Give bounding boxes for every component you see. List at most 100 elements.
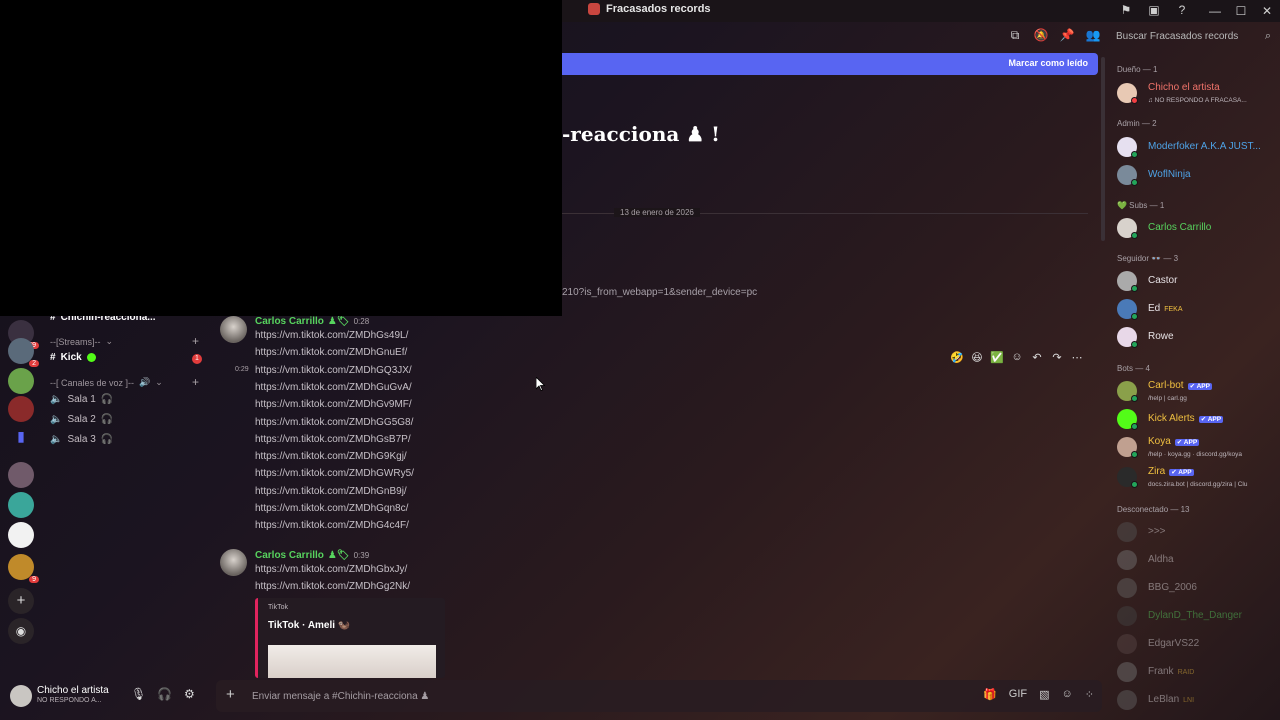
mark-read-button[interactable]: Marcar como leído: [1008, 58, 1088, 68]
folder-icon[interactable]: ▮: [8, 428, 34, 454]
embed-title[interactable]: TikTok · Ameli 🦦: [268, 620, 350, 631]
gif-icon[interactable]: GIF: [1009, 688, 1027, 701]
member-item[interactable]: Moderfoker A.K.A JUST...: [1117, 135, 1277, 159]
message-link[interactable]: https://vm.tiktok.com/ZMDhGsB7P/: [255, 434, 411, 445]
server-icon-2[interactable]: 2: [8, 338, 39, 367]
close-button[interactable]: ✕: [1254, 0, 1280, 22]
message-link[interactable]: https://vm.tiktok.com/ZMDhG9Kgj/: [255, 451, 407, 462]
member-group-label: 💚 Subs — 1: [1117, 201, 1165, 210]
discover-icon[interactable]: ◉: [8, 618, 34, 644]
server-icon-6[interactable]: [8, 492, 34, 518]
message-link[interactable]: https://vm.tiktok.com/ZMDhGQ3JX/: [255, 365, 412, 376]
member-item[interactable]: Aldha: [1117, 548, 1277, 572]
add-server-icon[interactable]: +: [8, 588, 34, 614]
member-item[interactable]: Chicho el artista ♫ NO RESPONDO A FRACASA…: [1117, 81, 1277, 105]
message-link[interactable]: https://vm.tiktok.com/ZMDhGG5G8/: [255, 417, 413, 428]
mute-icon[interactable]: 🔕: [1032, 28, 1050, 46]
member-item[interactable]: DylanD_The_Danger: [1117, 604, 1277, 628]
member-item[interactable]: EdgarVS22: [1117, 632, 1277, 656]
member-item[interactable]: >>>: [1117, 520, 1277, 544]
server-icon-4[interactable]: [8, 396, 34, 422]
message-link[interactable]: https://vm.tiktok.com/ZMDhGg2Nk/: [255, 581, 410, 592]
maximize-button[interactable]: ☐: [1228, 0, 1254, 22]
message-link[interactable]: https://vm.tiktok.com/ZMDhGqn8c/: [255, 503, 408, 514]
minimize-button[interactable]: —: [1202, 0, 1228, 22]
sticker-icon[interactable]: ▧: [1039, 688, 1049, 701]
author-name[interactable]: Carlos Carrillo: [255, 550, 324, 561]
add-reaction-icon[interactable]: ☺: [1008, 351, 1026, 363]
emoji-icon[interactable]: ☺: [1062, 688, 1073, 701]
voice-channel[interactable]: 🔈 Sala 1 🎧: [50, 394, 113, 405]
message-link[interactable]: https://vm.tiktok.com/ZMDhGv9MF/: [255, 399, 412, 410]
avatar[interactable]: [220, 316, 247, 343]
add-channel-icon[interactable]: +: [192, 334, 199, 348]
reaction-icon[interactable]: 😆: [968, 351, 986, 364]
member-item[interactable]: LeBlan LNI: [1117, 688, 1277, 712]
reply-icon[interactable]: ↶: [1028, 351, 1046, 364]
members-icon[interactable]: 👥: [1084, 28, 1102, 46]
threads-icon[interactable]: ⧉: [1006, 28, 1024, 46]
category-voice[interactable]: --[ Canales de voz ]-- 🔊 ⌄: [50, 377, 163, 388]
voice-channel[interactable]: 🔈 Sala 3 🎧: [50, 434, 113, 445]
microphone-icon[interactable]: 🎙: [131, 687, 146, 701]
message-link[interactable]: https://vm.tiktok.com/ZMDhGs49L/: [255, 330, 408, 341]
search-box[interactable]: Buscar Fracasados records ⌕: [1110, 28, 1275, 48]
apps-icon[interactable]: ⁘: [1085, 688, 1094, 701]
member-name: Carl-bot ✔ APP: [1148, 380, 1212, 391]
headphones-icon[interactable]: 🎧: [157, 687, 172, 701]
server-icon-3[interactable]: [8, 368, 34, 394]
member-item[interactable]: Ed FEKA: [1117, 297, 1277, 321]
gear-icon[interactable]: ⚙: [184, 687, 195, 701]
member-name-text: WoflNinja: [1148, 169, 1191, 180]
message-link[interactable]: https://vm.tiktok.com/ZMDhGnB9j/: [255, 486, 407, 497]
message-time: 0:28: [353, 317, 370, 326]
category-streams[interactable]: --[Streams]-- ⌄: [50, 336, 113, 347]
avatar: [1117, 522, 1137, 542]
member-name-text: EdgarVS22: [1148, 638, 1200, 649]
member-item[interactable]: Koya ✔ APP/help · koya.gg · discord.gg/ko…: [1117, 435, 1277, 459]
gift-icon[interactable]: 🎁: [983, 688, 997, 701]
window-icon[interactable]: ▣: [1140, 3, 1168, 17]
scrollbar[interactable]: [1101, 57, 1105, 241]
server-icon-7[interactable]: [8, 522, 34, 548]
partial-link[interactable]: 210?is_from_webapp=1&sender_device=pc: [562, 287, 757, 298]
member-item[interactable]: Carlos Carrillo: [1117, 216, 1277, 240]
avatar[interactable]: [10, 685, 32, 707]
help-icon[interactable]: ?: [1168, 3, 1196, 17]
member-name: Rowe: [1148, 331, 1174, 342]
member-item[interactable]: BBG_2006: [1117, 576, 1277, 600]
inbox-icon[interactable]: ⚑: [1112, 3, 1140, 17]
channel-kick[interactable]: # Kick: [50, 352, 96, 363]
avatar[interactable]: [220, 549, 247, 576]
server-icon-8[interactable]: 9: [8, 554, 39, 583]
member-item[interactable]: Kick Alerts ✔ APP: [1117, 407, 1277, 431]
link-embed[interactable]: TikTok TikTok · Ameli 🦦: [255, 598, 445, 678]
message-link[interactable]: https://vm.tiktok.com/ZMDhGuGvA/: [255, 382, 412, 393]
message-link[interactable]: https://vm.tiktok.com/ZMDhGbxJy/: [255, 564, 407, 575]
unread-bar[interactable]: Marcar como leído: [562, 53, 1098, 75]
member-item[interactable]: WoflNinja: [1117, 163, 1277, 187]
reaction-icon[interactable]: ✅: [988, 351, 1006, 364]
message-link[interactable]: https://vm.tiktok.com/ZMDhGnuEf/: [255, 347, 407, 358]
message-link[interactable]: https://vm.tiktok.com/ZMDhGWRy5/: [255, 468, 414, 479]
member-item[interactable]: Rowe: [1117, 325, 1277, 349]
reaction-icon[interactable]: 🤣: [948, 351, 966, 364]
message-input[interactable]: [252, 686, 852, 706]
headphones-icon: 🎧: [100, 414, 114, 425]
attach-icon[interactable]: +: [226, 686, 235, 703]
member-item[interactable]: Carl-bot ✔ APP/help | carl.gg: [1117, 379, 1277, 403]
server-icon-5[interactable]: [8, 462, 34, 488]
member-item[interactable]: Zira ✔ APP docs.zira.bot | discord.gg/zira…: [1117, 465, 1277, 489]
voice-channel[interactable]: 🔈 Sala 2 🎧: [50, 414, 113, 425]
more-icon[interactable]: ⋯: [1068, 351, 1086, 364]
author-name[interactable]: Carlos Carrillo: [255, 316, 324, 327]
add-channel-icon[interactable]: +: [192, 375, 199, 389]
forward-icon[interactable]: ↷: [1048, 351, 1066, 364]
message-link[interactable]: https://vm.tiktok.com/ZMDhG4c4F/: [255, 520, 409, 531]
member-group-label: Seguidor 👓 — 3: [1117, 254, 1179, 263]
pin-icon[interactable]: 📌: [1058, 28, 1076, 46]
member-item[interactable]: Frank RAID: [1117, 660, 1277, 684]
embed-thumbnail[interactable]: [268, 645, 436, 678]
member-name: Carlos Carrillo: [1148, 222, 1211, 233]
member-item[interactable]: Castor: [1117, 269, 1277, 293]
